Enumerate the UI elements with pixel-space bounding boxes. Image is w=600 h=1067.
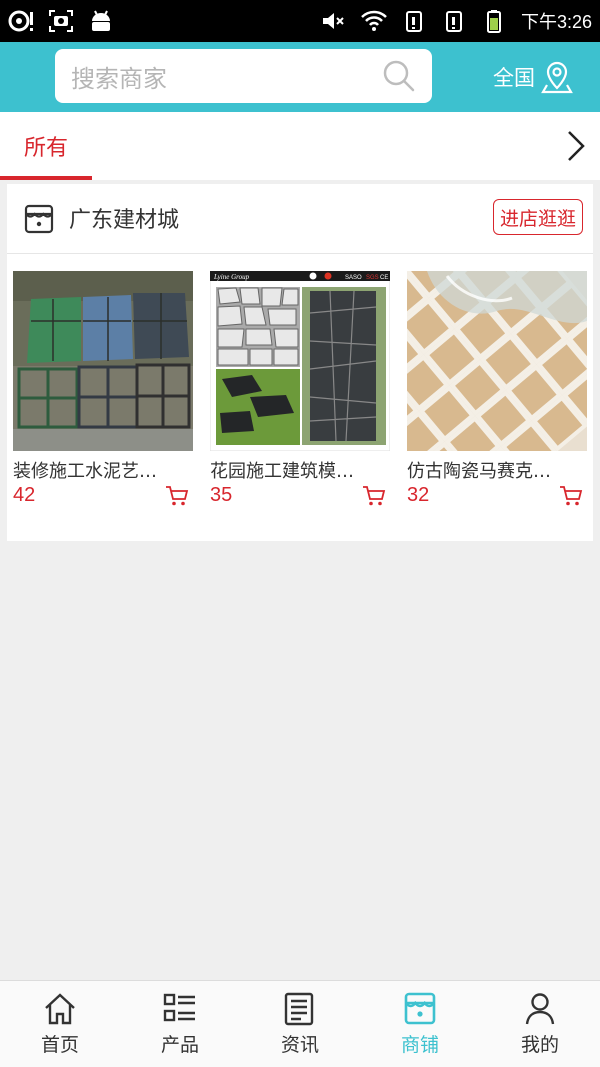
nav-me[interactable]: 我的 (480, 981, 600, 1067)
tab-all-label: 所有 (23, 136, 68, 161)
nav-news[interactable]: 资讯 (240, 981, 360, 1067)
cart-icon[interactable] (165, 485, 189, 507)
status-right: 下午3:26 (321, 8, 592, 34)
region-label: 全国 (493, 66, 535, 90)
product-image[interactable] (407, 271, 587, 451)
android-icon (92, 10, 110, 31)
product-list: 装修施工水泥艺… 42 Lyine Group SASO SGS CE 花园施工… (13, 271, 587, 507)
user-icon (525, 993, 555, 1025)
product-price: 42 (13, 484, 36, 506)
product-price: 32 (407, 484, 430, 506)
shop-card: 广东建材城 进店逛逛 装修施工水泥艺… 42 Lyine Group SASO … (7, 184, 593, 541)
nav-home[interactable]: 首页 (0, 981, 120, 1067)
tab-all[interactable]: 所有 (0, 112, 92, 180)
tab-underline (0, 176, 92, 180)
notification-icon (8, 10, 33, 32)
store-icon (24, 204, 54, 234)
shop-name: 广东建材城 (69, 208, 180, 233)
top-header: 搜索商家 全国 (0, 42, 600, 112)
product-image[interactable]: Lyine Group SASO SGS CE (210, 271, 390, 451)
status-time: 下午3:26 (520, 12, 592, 32)
chevron-right-icon[interactable] (562, 126, 590, 166)
cart-icon[interactable] (362, 485, 386, 507)
nav-home-label: 首页 (40, 1034, 79, 1056)
status-bar: 下午3:26 (0, 0, 600, 42)
visit-shop-button[interactable]: 进店逛逛 (492, 199, 583, 235)
region-selector[interactable]: 全国 (493, 60, 573, 94)
thumb-brand-text: Lyine Group (213, 273, 250, 281)
nav-me-label: 我的 (520, 1034, 559, 1056)
home-icon (45, 993, 75, 1025)
search-box[interactable]: 搜索商家 (55, 49, 432, 103)
news-icon (284, 992, 314, 1026)
screenshot-icon (49, 10, 73, 32)
thumb-cert-text: SGS (366, 275, 379, 281)
nav-products[interactable]: 产品 (120, 981, 240, 1067)
product-image[interactable] (13, 271, 193, 451)
product-card[interactable]: 装修施工水泥艺… 42 (13, 271, 193, 507)
product-meta: 32 (407, 484, 587, 507)
product-meta: 42 (13, 484, 193, 507)
shop-header[interactable]: 广东建材城 进店逛逛 (7, 184, 593, 254)
product-title[interactable]: 花园施工建筑模… (210, 457, 390, 483)
category-tabs: 所有 (0, 112, 600, 180)
product-meta: 35 (210, 484, 390, 507)
sim1-icon (405, 11, 422, 32)
thumb-cert-text: SASO (345, 275, 362, 281)
nav-products-label: 产品 (160, 1034, 199, 1056)
sim2-icon (445, 11, 462, 32)
thumb-cert-text: CE (380, 275, 388, 281)
location-icon (541, 61, 573, 94)
nav-shops-label: 商铺 (400, 1034, 439, 1056)
status-left (8, 9, 114, 33)
product-price: 35 (210, 484, 233, 506)
bottom-nav: 首页 产品 资讯 商铺 我的 (0, 980, 600, 1067)
shop-icon (404, 992, 436, 1025)
cart-icon[interactable] (559, 485, 583, 507)
list-icon (163, 993, 195, 1022)
search-icon[interactable] (382, 59, 416, 93)
nav-shops[interactable]: 商铺 (360, 981, 480, 1067)
product-card[interactable]: Lyine Group SASO SGS CE 花园施工建筑模… 35 (210, 271, 390, 507)
wifi-icon (361, 10, 387, 31)
mute-icon (322, 13, 344, 29)
product-card[interactable]: 仿古陶瓷马赛克… 32 (407, 271, 587, 507)
product-title[interactable]: 仿古陶瓷马赛克… (407, 457, 587, 483)
battery-icon (486, 10, 501, 33)
search-input[interactable]: 搜索商家 (71, 59, 382, 94)
nav-news-label: 资讯 (280, 1034, 319, 1056)
product-title[interactable]: 装修施工水泥艺… (13, 457, 193, 483)
